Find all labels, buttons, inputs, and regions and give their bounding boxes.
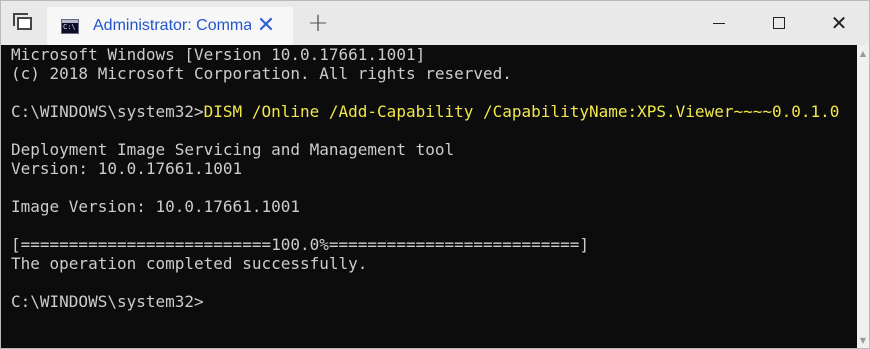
command-line: C:\WINDOWS\system32>DISM /Online /Add-Ca…	[11, 102, 839, 121]
console-output[interactable]: Microsoft Windows [Version 10.0.17661.10…	[1, 45, 857, 348]
command-text: DISM /Online /Add-Capability /Capability…	[203, 102, 840, 121]
tab-command-prompt[interactable]: Administrator: Command Prompt ✕	[47, 7, 293, 45]
tab-close-icon[interactable]: ✕	[253, 13, 279, 39]
console-line: (c) 2018 Microsoft Corporation. All righ…	[11, 64, 512, 83]
tab-title: Administrator: Command Prompt	[93, 17, 251, 34]
command-prompt-window: Administrator: Command Prompt ✕ + ✕ Micr…	[0, 0, 870, 349]
system-menu-icon	[12, 12, 32, 30]
vertical-scrollbar[interactable]: ▲ ▼	[857, 45, 869, 348]
maximize-icon	[773, 17, 785, 29]
scroll-up-icon[interactable]: ▲	[857, 45, 869, 61]
close-button[interactable]: ✕	[809, 1, 869, 45]
minimize-button[interactable]	[689, 1, 749, 45]
console-line: The operation completed successfully.	[11, 254, 368, 273]
progress-bar-text: [==========================100.0%=======…	[11, 235, 589, 254]
scroll-down-icon[interactable]: ▼	[857, 332, 869, 348]
prompt: C:\WINDOWS\system32>	[11, 102, 204, 121]
minimize-icon	[713, 22, 725, 24]
maximize-button[interactable]	[749, 1, 809, 45]
console-line: Microsoft Windows [Version 10.0.17661.10…	[11, 45, 426, 64]
system-menu-button[interactable]	[1, 1, 47, 45]
console-line: Deployment Image Servicing and Managemen…	[11, 140, 455, 159]
current-prompt: C:\WINDOWS\system32>	[11, 292, 204, 311]
close-icon: ✕	[830, 11, 848, 35]
command-prompt-icon	[61, 18, 79, 34]
console-line: Image Version: 10.0.17661.1001	[11, 197, 300, 216]
new-tab-button[interactable]: +	[293, 1, 343, 45]
title-bar[interactable]: Administrator: Command Prompt ✕ + ✕	[1, 1, 869, 45]
title-bar-drag-area[interactable]	[343, 1, 689, 45]
console-line: Version: 10.0.17661.1001	[11, 159, 243, 178]
